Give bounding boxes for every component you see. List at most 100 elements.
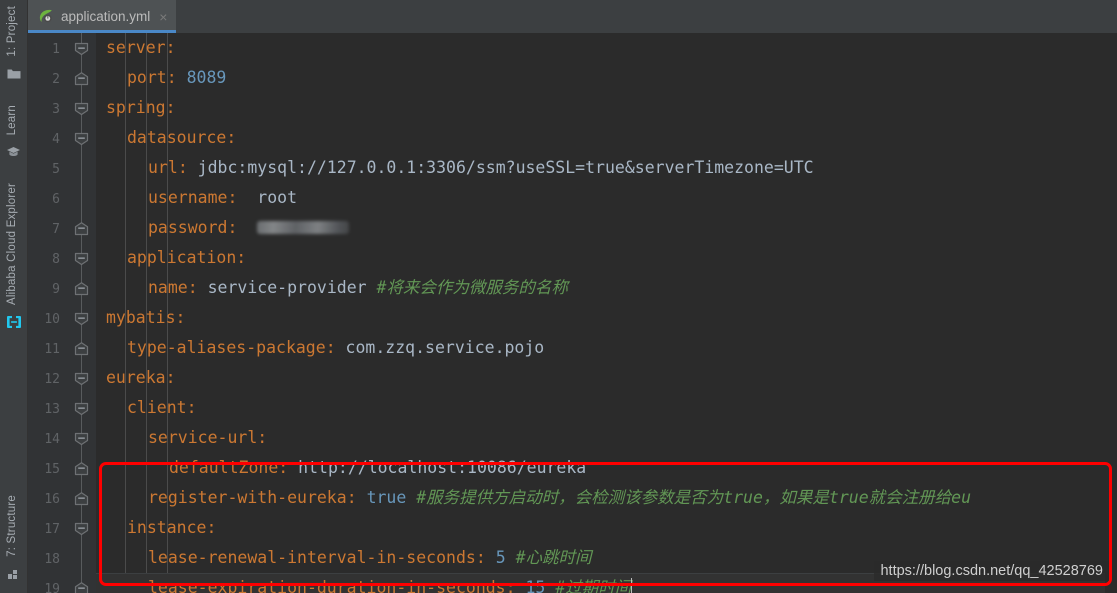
fold-end-icon[interactable] [74,581,89,593]
token-key: type-aliases-package [127,338,326,357]
line-number: 5 [52,162,60,177]
fold-row [68,243,96,273]
fold-end-icon[interactable] [74,491,89,506]
code-line[interactable]: server: [96,33,1105,63]
code-folding-gutter[interactable] [68,33,96,593]
token-key: server [106,38,166,57]
token-punc: : [227,218,238,237]
token-key: lease-renewal-interval-in-seconds [148,548,476,567]
fold-row [68,153,96,183]
structure-blocks-icon[interactable] [0,563,27,585]
code-line[interactable]: eureka: [96,363,1105,393]
token-punc: : [175,308,186,327]
code-line[interactable]: url: jdbc:mysql://127.0.0.1:3306/ssm?use… [96,153,1105,183]
code-line[interactable]: password: [96,213,1105,243]
fold-end-icon[interactable] [74,341,89,356]
editor-body: 1 2 3 4 5 6 7 8 9 10 11 12 13 14 15 16 17 18 19 server: por… [28,33,1117,593]
token-key: name [148,278,188,297]
token-punc: : [165,98,176,117]
code-line[interactable]: client: [96,393,1105,423]
fold-collapse-icon[interactable] [74,371,89,386]
code-line[interactable]: username: root [96,183,1105,213]
fold-row [68,123,96,153]
token-key: defaultZone [169,458,279,477]
token-plain: http://localhost:10086/eureka [288,458,587,477]
fold-end-icon[interactable] [74,71,89,86]
editor-right-strip[interactable] [1105,33,1117,593]
fold-row [68,183,96,213]
token-punc: : [165,368,176,387]
sidebar-item-alibaba-cloud-explorer[interactable]: Alibaba Cloud Explorer [0,177,27,311]
fold-collapse-icon[interactable] [74,311,89,326]
code-line[interactable]: application: [96,243,1105,273]
line-number: 18 [44,552,60,567]
token-key: service-url [148,428,258,447]
code-line[interactable]: mybatis: [96,303,1105,333]
tool-stripe-bottom-group: 7: Structure [0,489,27,593]
fold-collapse-icon[interactable] [74,251,89,266]
alibaba-cloud-icon[interactable] [0,311,27,333]
token-key: port [127,68,167,87]
token-key: client [127,398,187,417]
token-punc: : [505,578,516,593]
token-plain: root [237,188,298,207]
fold-end-icon[interactable] [74,221,89,236]
fold-collapse-icon[interactable] [74,101,89,116]
line-number: 11 [44,342,60,357]
fold-end-icon[interactable] [74,281,89,296]
code-line[interactable]: port: 8089 [96,63,1105,93]
token-punc: : [475,548,486,567]
fold-row [68,363,96,393]
sidebar-item-project[interactable]: 1: Project [0,0,27,63]
code-line[interactable]: datasource: [96,123,1105,153]
sidebar-item-structure[interactable]: 7: Structure [0,489,27,563]
code-line[interactable]: service-url: [96,423,1105,453]
token-comment: #心跳时间 [515,548,592,567]
code-line[interactable]: instance: [96,513,1105,543]
code-line[interactable]: defaultZone: http://localhost:10086/eure… [96,453,1105,483]
fold-collapse-icon[interactable] [74,131,89,146]
token-plain: jdbc:mysql://127.0.0.1:3306/ssm?useSSL=t… [187,158,814,177]
token-comment: #服务提供方启动时，会检测该参数是否为true，如果是true就会注册给eu [416,488,972,507]
tool-stripe-top-group: 1: Project Learn Alibaba Cloud Explorer [0,0,27,333]
token-key: application [127,248,237,267]
token-punc: : [206,518,217,537]
close-icon[interactable]: × [159,10,167,24]
project-folder-icon[interactable] [0,63,27,85]
tab-label: application.yml [61,9,151,24]
code-area[interactable]: server: port: 8089 spring: datasource: url: … [96,33,1105,593]
token-plain: com.zzq.service.pojo [335,338,545,357]
ide-window: 1: Project Learn Alibaba Cloud Explorer [0,0,1117,593]
tab-application-yml[interactable]: application.yml × [28,0,177,33]
code-line[interactable]: spring: [96,93,1105,123]
fold-collapse-icon[interactable] [74,431,89,446]
line-number: 2 [52,72,60,87]
line-number: 12 [44,372,60,387]
editor-tab-bar: application.yml × [28,0,1117,33]
sidebar-item-project-label: 1: Project [5,6,18,57]
code-line[interactable]: name: service-provider #将来会作为微服务的名称 [96,273,1105,303]
fold-row [68,93,96,123]
sidebar-item-learn[interactable]: Learn [0,99,27,141]
code-line[interactable]: type-aliases-package: com.zzq.service.po… [96,333,1105,363]
fold-row [68,483,96,513]
fold-collapse-icon[interactable] [74,521,89,536]
token-key: url [148,158,178,177]
token-punc: : [346,488,357,507]
token-key: datasource [127,128,227,147]
graduation-cap-icon[interactable] [0,141,27,163]
line-number: 15 [44,462,60,477]
fold-end-icon[interactable] [74,461,89,476]
code-line[interactable]: register-with-eureka: true #服务提供方启动时，会检测… [96,483,1105,513]
fold-collapse-icon[interactable] [74,41,89,56]
line-number: 1 [52,42,60,57]
fold-row [68,543,96,573]
editor-column: application.yml × 1 2 3 4 5 6 7 8 9 10 11 12 13 14 15 1… [28,0,1117,593]
token-punc: : [278,458,289,477]
fold-collapse-icon[interactable] [74,401,89,416]
